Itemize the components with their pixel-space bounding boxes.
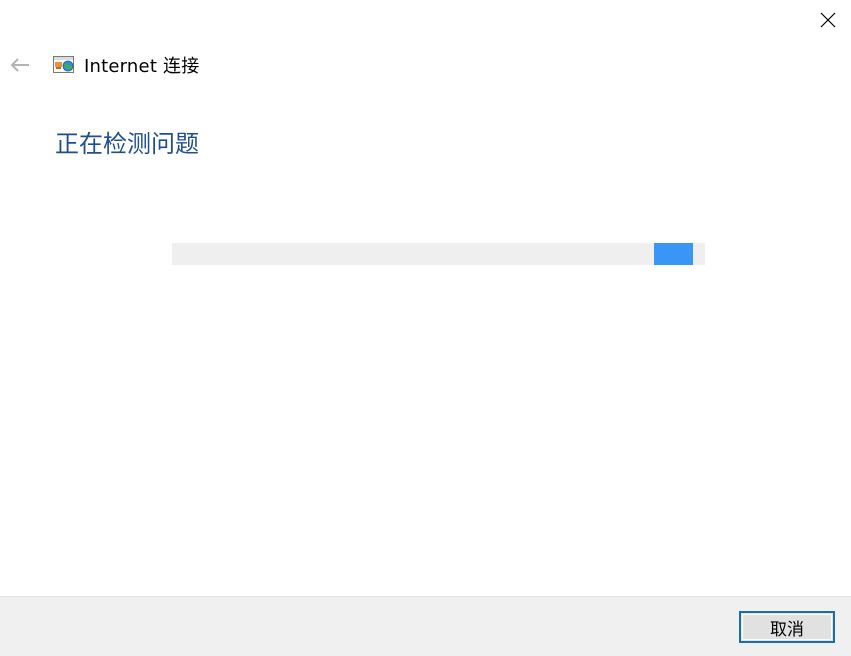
- page-heading: 正在检测问题: [55, 130, 199, 158]
- back-arrow-icon: [10, 58, 29, 72]
- title-row: Internet 连接: [53, 53, 199, 77]
- progress-indicator: [653, 243, 693, 265]
- footer-bar: 取消: [0, 596, 851, 656]
- close-button[interactable]: [813, 6, 843, 34]
- progress-bar: [172, 243, 705, 265]
- close-icon: [820, 12, 836, 28]
- back-button[interactable]: [6, 53, 34, 77]
- cancel-button[interactable]: 取消: [739, 611, 835, 643]
- window-title: Internet 连接: [84, 56, 200, 77]
- network-connection-icon: [53, 55, 75, 75]
- troubleshooter-window: Internet 连接 正在检测问题 取消: [0, 0, 851, 656]
